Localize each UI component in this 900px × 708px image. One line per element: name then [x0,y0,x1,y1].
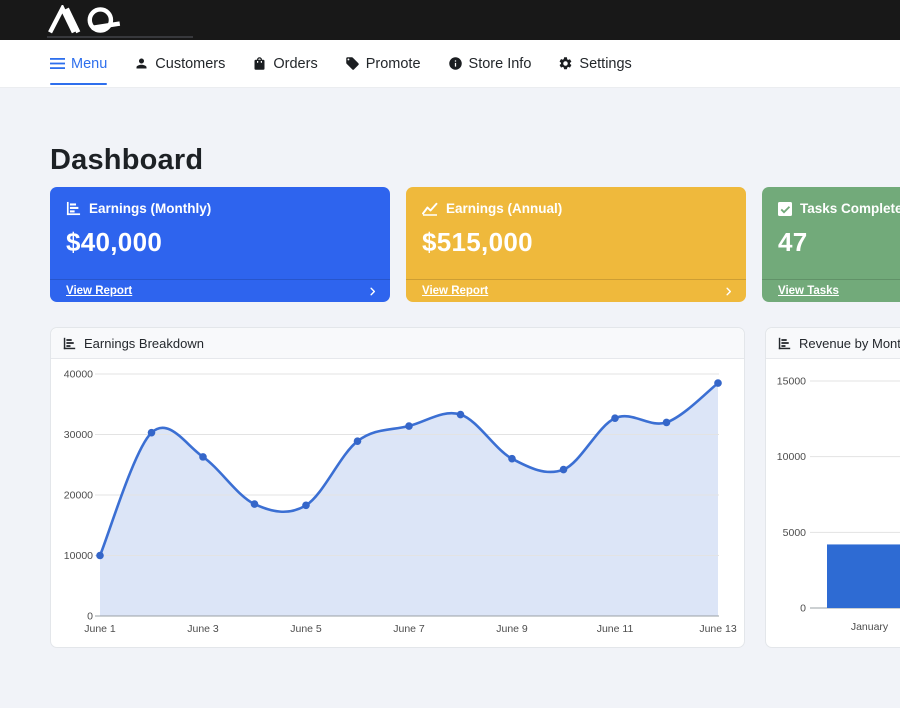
view-report-link[interactable]: View Report [422,285,488,297]
check-square-icon [778,202,792,216]
tag-icon [345,56,360,71]
stat-card-earnings-annual: Earnings (Annual) $515,000 View Report [406,187,746,302]
chevron-right-icon[interactable] [367,286,378,297]
nav-label: Orders [273,56,317,72]
nav-item-promote[interactable]: Promote [345,40,421,87]
svg-text:10000: 10000 [777,451,806,463]
stat-card-value: $515,000 [422,227,730,258]
chevron-right-icon[interactable] [723,286,734,297]
brand-underline [47,36,193,38]
brand-logo-icon[interactable] [40,5,136,35]
nav-label: Menu [71,56,107,72]
earnings-breakdown-chart: 0 10000 20000 30000 40000 June 1 June 3 June 5 J… [51,359,744,647]
stat-card-value: 47 [778,227,900,258]
view-report-link[interactable]: View Report [66,285,132,297]
nav-label: Settings [579,56,631,72]
line-chart-icon [422,202,438,216]
user-icon [134,56,149,71]
svg-text:0: 0 [87,611,93,623]
nav-item-store-info[interactable]: Store Info [448,40,532,87]
page-title: Dashboard [50,144,203,177]
svg-text:20000: 20000 [64,490,93,502]
hamburger-icon [50,57,65,70]
stat-card-title: Earnings (Annual) [446,201,562,216]
bar-chart-icon [778,337,791,350]
panel-title: Earnings Breakdown [84,336,204,351]
bar-chart-icon [66,201,81,216]
svg-text:30000: 30000 [64,429,93,441]
nav-item-menu[interactable]: Menu [50,40,107,87]
svg-text:0: 0 [800,603,806,615]
revenue-by-month-chart: 0 5000 10000 15000 January [766,359,900,647]
revenue-by-month-panel: Revenue by Month 0 5000 10000 15000 January [765,327,900,648]
svg-text:10000: 10000 [64,550,93,562]
svg-text:40000: 40000 [64,369,93,381]
nav-label: Customers [155,56,225,72]
svg-text:June 7: June 7 [393,623,425,635]
stat-card-value: $40,000 [66,227,374,258]
stat-card-title: Tasks Completed [800,201,900,216]
top-app-bar [0,0,900,40]
view-tasks-link[interactable]: View Tasks [778,285,839,297]
nav-label: Store Info [469,56,532,72]
svg-text:June 1: June 1 [84,623,116,635]
info-icon [448,56,463,71]
nav-item-orders[interactable]: Orders [252,40,317,87]
nav-item-settings[interactable]: Settings [558,40,631,87]
nav-item-customers[interactable]: Customers [134,40,225,87]
panel-title: Revenue by Month [799,336,900,351]
svg-text:June 5: June 5 [290,623,322,635]
svg-text:June 11: June 11 [597,623,634,635]
svg-text:June 3: June 3 [187,623,219,635]
active-tab-underline [50,83,107,85]
bag-icon [252,56,267,71]
main-nav: Menu Customers Orders Promote Store Info… [0,40,900,88]
gear-icon [558,56,573,71]
nav-label: Promote [366,56,421,72]
stat-card-tasks-completed: Tasks Completed 47 View Tasks [762,187,900,302]
earnings-breakdown-panel: Earnings Breakdown 0 10000 20000 30000 40000… [50,327,745,648]
svg-text:15000: 15000 [777,376,806,388]
svg-text:June 13: June 13 [699,623,737,635]
bar-chart-icon [63,337,76,350]
stat-card-title: Earnings (Monthly) [89,201,211,216]
svg-text:January: January [851,621,889,633]
svg-text:June 9: June 9 [496,623,528,635]
stat-card-earnings-monthly: Earnings (Monthly) $40,000 View Report [50,187,390,302]
svg-text:5000: 5000 [783,527,807,539]
